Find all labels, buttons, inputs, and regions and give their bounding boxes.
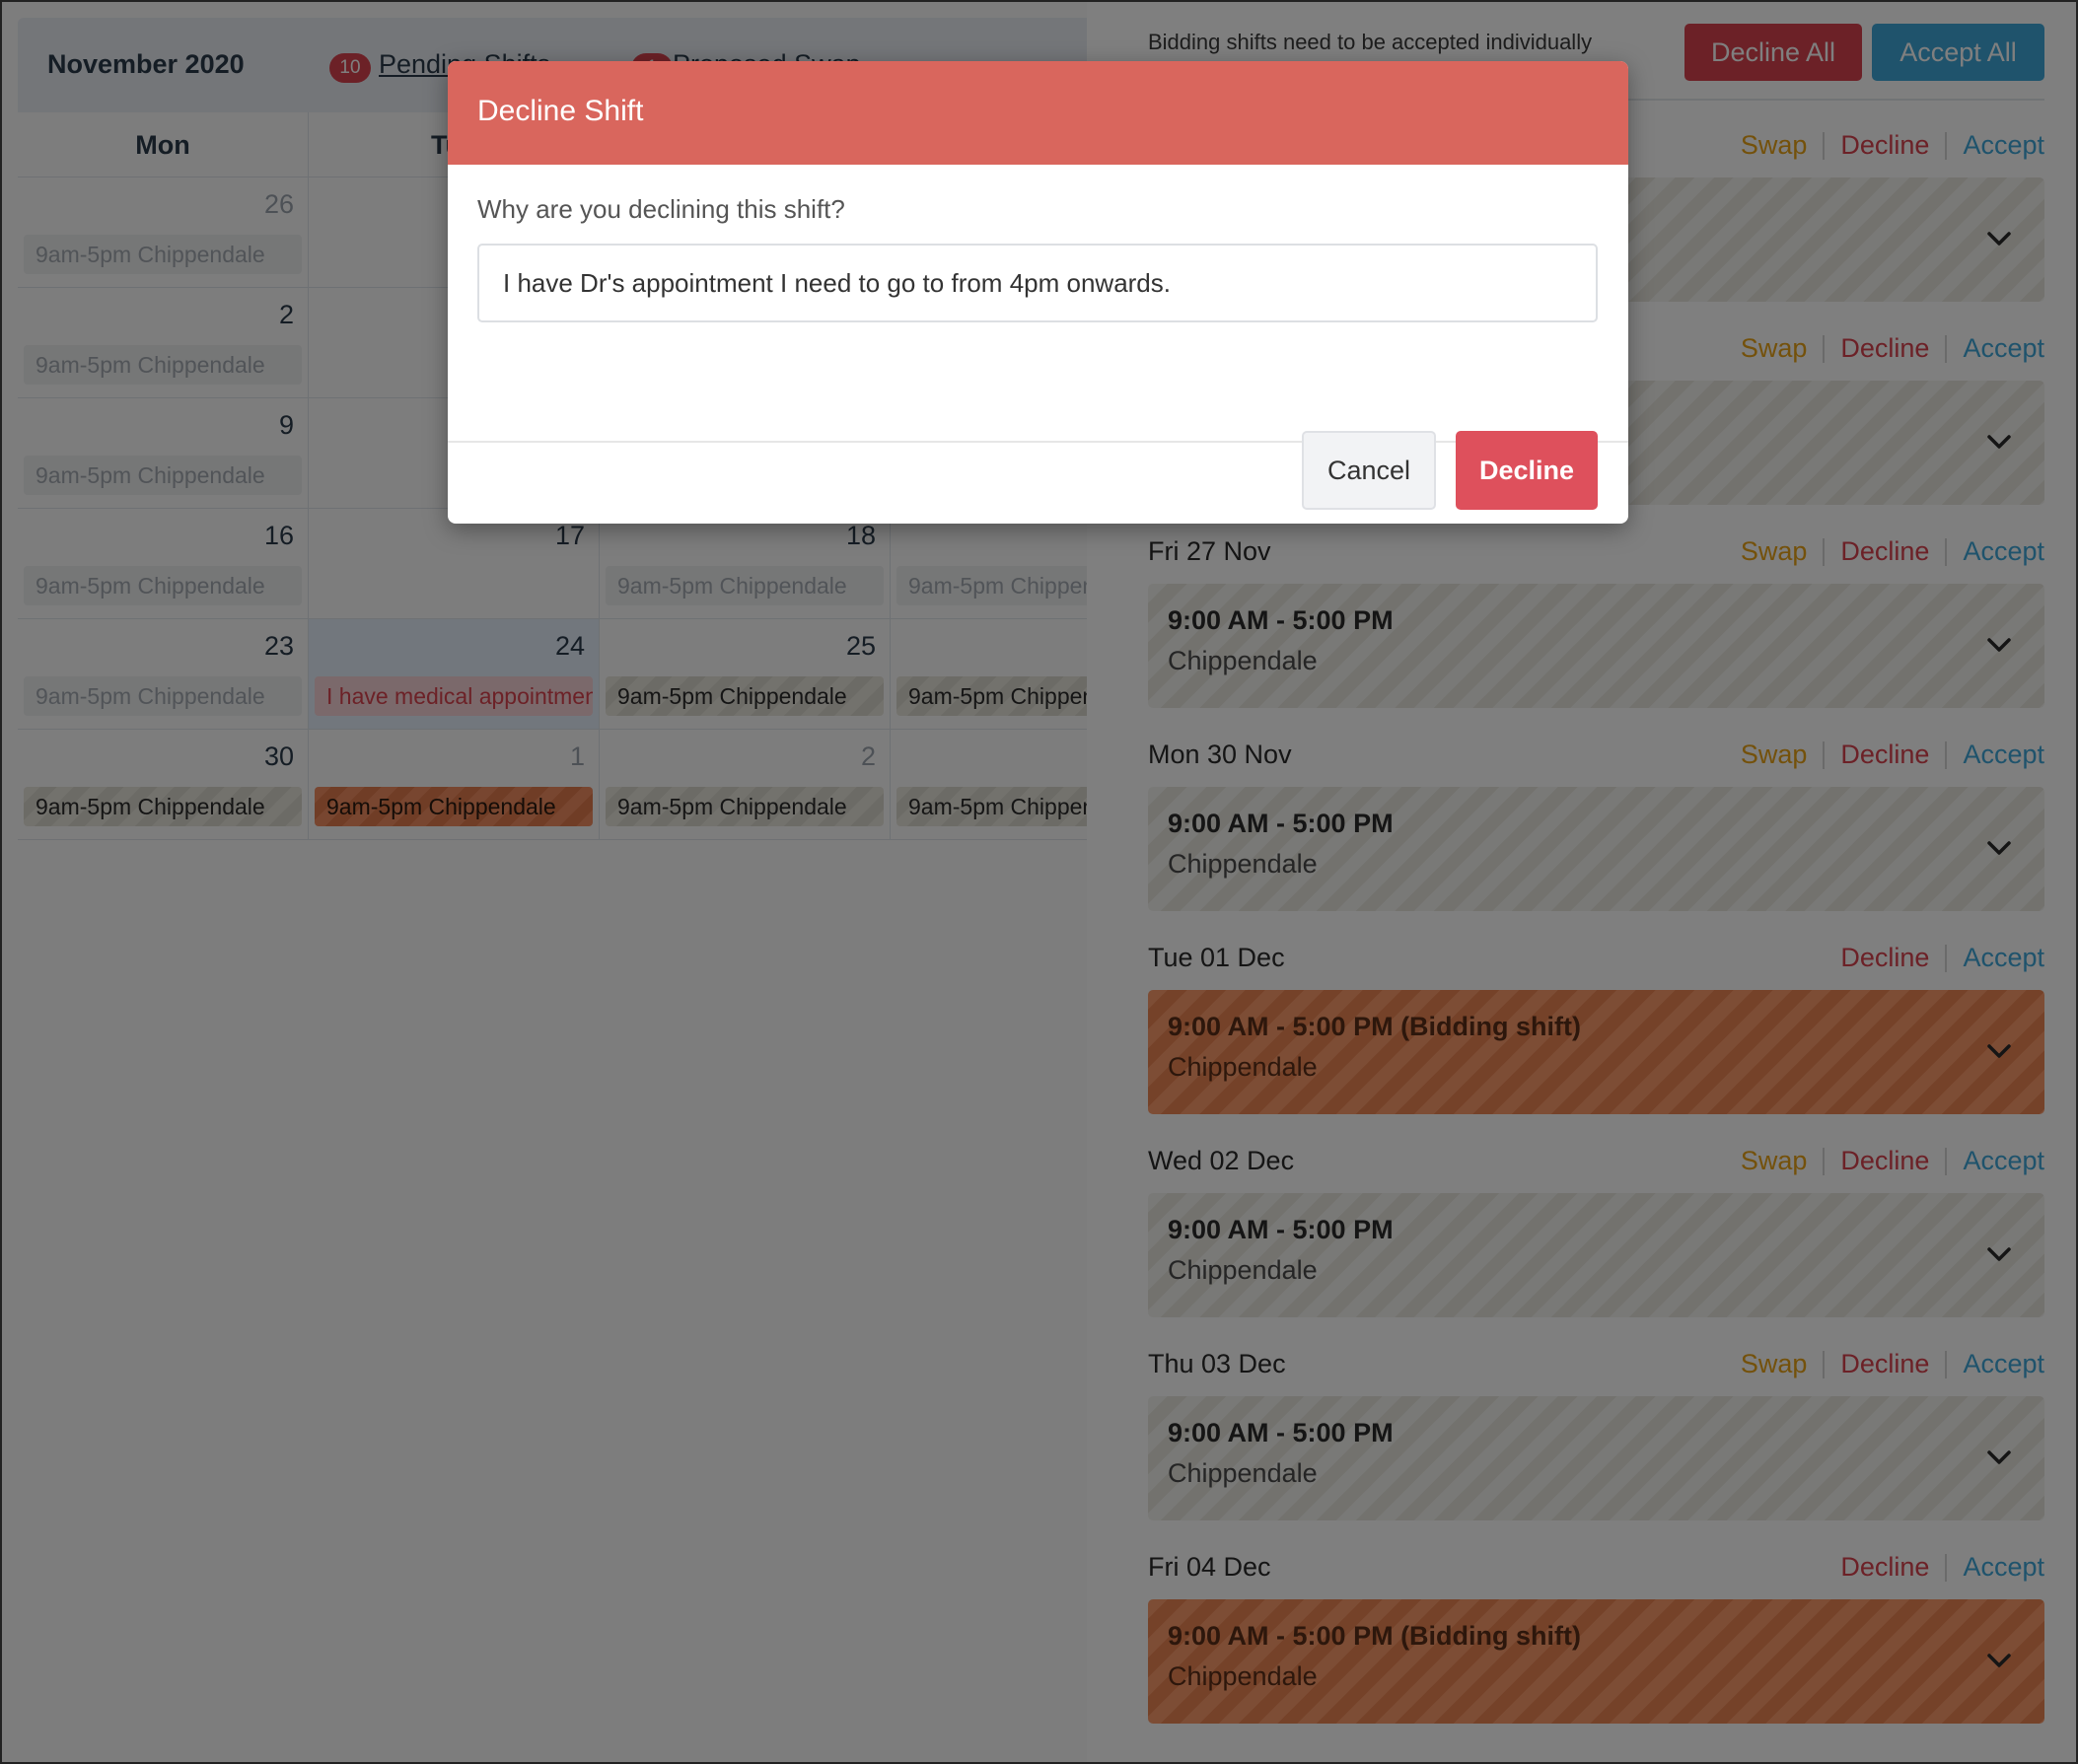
decline-shift-modal: Decline Shift Why are you declining this… [448, 61, 1628, 524]
decline-reason-label: Why are you declining this shift? [477, 194, 845, 224]
modal-title: Decline Shift [477, 95, 644, 127]
cancel-button[interactable]: Cancel [1302, 431, 1436, 510]
modal-header: Decline Shift [448, 61, 1628, 165]
app-window: November 2020 10 Pending Shifts 1 Propos… [0, 0, 2078, 1764]
decline-button[interactable]: Decline [1456, 431, 1598, 510]
modal-body: Why are you declining this shift? I have… [448, 165, 1628, 443]
modal-footer: Cancel Decline [448, 431, 1628, 524]
decline-reason-input[interactable]: I have Dr's appointment I need to go to … [477, 244, 1598, 322]
